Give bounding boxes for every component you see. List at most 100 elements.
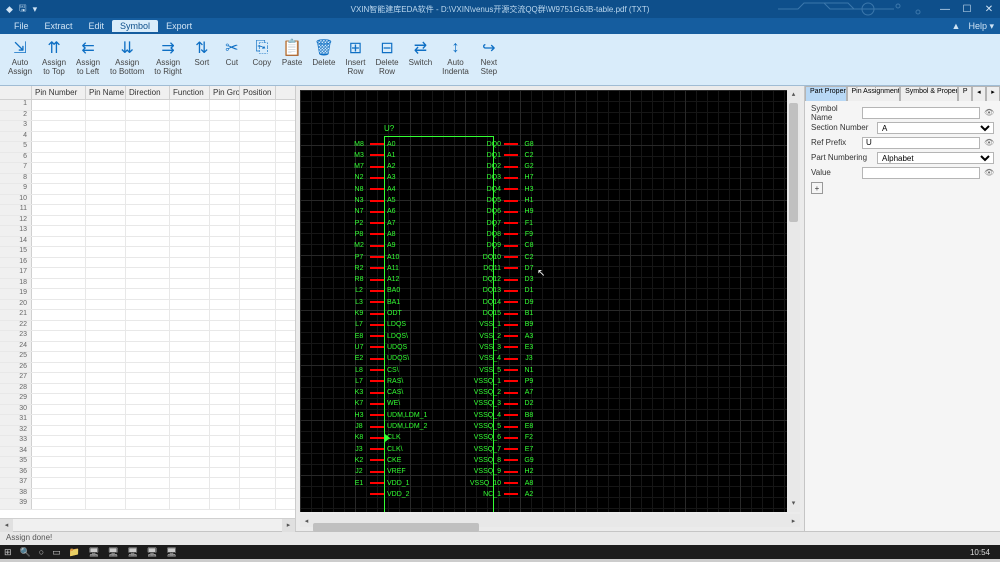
table-row[interactable]: 11: [0, 205, 295, 216]
prop-tab[interactable]: Pin Assignment Rule: [847, 86, 901, 101]
table-row[interactable]: 2: [0, 111, 295, 122]
pin-right[interactable]: J3VSS_4: [458, 355, 540, 363]
table-row[interactable]: 21: [0, 310, 295, 321]
ribbon-assign-to-top[interactable]: ⇈Assignto Top: [38, 37, 70, 78]
pin-right[interactable]: D3DQ12: [458, 276, 540, 284]
table-row[interactable]: 4: [0, 132, 295, 143]
col-pin-gro-[interactable]: Pin Gro...: [210, 86, 240, 99]
prop-tab[interactable]: P: [958, 86, 972, 101]
scroll-left-icon[interactable]: ◂: [300, 517, 313, 525]
table-row[interactable]: 36: [0, 468, 295, 479]
ribbon-collapse-icon[interactable]: ▲: [952, 21, 961, 31]
canvas-scroll-v[interactable]: ▴ ▾: [787, 90, 800, 512]
symbol-canvas[interactable]: U? M8A0M3A1M7A2N2A3N8A4N3A5N7A6P2A7P8A8M…: [300, 90, 800, 512]
ribbon-copy[interactable]: ⎘Copy: [248, 37, 276, 69]
menu-edit[interactable]: Edit: [81, 20, 113, 32]
table-row[interactable]: 29: [0, 394, 295, 405]
table-row[interactable]: 17: [0, 268, 295, 279]
scroll-left-icon[interactable]: ◂: [0, 519, 13, 532]
ribbon-paste[interactable]: 📋Paste: [278, 37, 306, 69]
col-position[interactable]: Position: [240, 86, 276, 99]
col-pin-name[interactable]: Pin Name: [86, 86, 126, 99]
prop-input[interactable]: [862, 137, 980, 149]
table-row[interactable]: 1: [0, 100, 295, 111]
taskbar-icon[interactable]: 🖥: [88, 547, 99, 558]
pin-left[interactable]: J3CLK\: [348, 445, 406, 453]
scroll-down-icon[interactable]: ▾: [787, 499, 800, 512]
taskbar-icon[interactable]: ▭: [52, 547, 61, 558]
pin-left[interactable]: P7A10: [348, 253, 402, 261]
prop-tab[interactable]: ◂: [972, 86, 986, 101]
pin-left[interactable]: J8UDM,LDM_2: [348, 423, 430, 431]
table-row[interactable]: 8: [0, 174, 295, 185]
table-row[interactable]: 32: [0, 426, 295, 437]
pin-right[interactable]: N1VSS_5: [458, 366, 540, 374]
close-button[interactable]: ✕: [978, 4, 1000, 15]
pin-left[interactable]: R8A12: [348, 276, 402, 284]
table-row[interactable]: 25: [0, 352, 295, 363]
pin-left[interactable]: K7WE\: [348, 400, 403, 408]
scroll-right-icon[interactable]: ▸: [282, 519, 295, 532]
table-scroll-h[interactable]: ◂ ▸: [0, 518, 295, 531]
pin-table-body[interactable]: 1234567891011121314151617181920212223242…: [0, 100, 295, 518]
pin-left[interactable]: L3BA1: [348, 298, 403, 306]
pin-left[interactable]: N2A3: [348, 174, 399, 182]
pin-right[interactable]: F1DQ7: [458, 219, 540, 227]
pin-left[interactable]: M2A9: [348, 242, 399, 250]
ribbon-switch[interactable]: ⇄Switch: [405, 37, 437, 69]
table-row[interactable]: 16: [0, 258, 295, 269]
visibility-icon[interactable]: 👁: [984, 138, 994, 147]
table-row[interactable]: 12: [0, 216, 295, 227]
taskbar-icon[interactable]: 🖥: [166, 547, 177, 558]
menu-extract[interactable]: Extract: [37, 20, 81, 32]
table-row[interactable]: 39: [0, 499, 295, 510]
pin-left[interactable]: P2A7: [348, 219, 399, 227]
pin-right[interactable]: D7DQ11: [458, 264, 540, 272]
pin-right[interactable]: B1DQ15: [458, 310, 540, 318]
prop-tab[interactable]: Symbol & Property S...: [900, 86, 958, 101]
pin-right[interactable]: H7DQ3: [458, 174, 540, 182]
pin-left[interactable]: VDD_2: [348, 490, 413, 498]
pin-left[interactable]: P8A8: [348, 230, 399, 238]
scroll-v-thumb[interactable]: [789, 103, 798, 222]
table-row[interactable]: 37: [0, 478, 295, 489]
pin-left[interactable]: L2BA0: [348, 287, 403, 295]
pin-right[interactable]: E8VSSQ_5: [458, 423, 540, 431]
table-row[interactable]: 33: [0, 436, 295, 447]
prop-tab[interactable]: Part Properties: [805, 86, 847, 101]
pin-right[interactable]: G9VSSQ_8: [458, 456, 540, 464]
menu-symbol[interactable]: Symbol: [112, 20, 158, 32]
ribbon-insert-row[interactable]: ⊞InsertRow: [341, 37, 369, 78]
ribbon-delete-row[interactable]: ⊟DeleteRow: [371, 37, 402, 78]
taskbar-icon[interactable]: 🖥: [107, 547, 118, 558]
pin-left[interactable]: H3UDM,LDM_1: [348, 411, 430, 419]
pin-right[interactable]: F9DQ8: [458, 230, 540, 238]
table-row[interactable]: 28: [0, 384, 295, 395]
pin-left[interactable]: E2UDQS\: [348, 355, 412, 363]
table-row[interactable]: 31: [0, 415, 295, 426]
pin-left[interactable]: K9ODT: [348, 310, 405, 318]
table-row[interactable]: 19: [0, 289, 295, 300]
table-row[interactable]: 9: [0, 184, 295, 195]
prop-input[interactable]: [862, 107, 980, 119]
canvas-scroll-h[interactable]: ◂ ▸: [300, 514, 800, 527]
pin-right[interactable]: E3VSS_3: [458, 343, 540, 351]
pin-right[interactable]: H2VSSQ_9: [458, 468, 540, 476]
ribbon-delete[interactable]: 🗑Delete: [308, 37, 339, 69]
table-row[interactable]: 5: [0, 142, 295, 153]
prop-input[interactable]: [862, 167, 980, 179]
taskbar-icon[interactable]: ○: [39, 547, 44, 557]
minimize-button[interactable]: —: [934, 4, 956, 15]
pin-right[interactable]: D9DQ14: [458, 298, 540, 306]
taskbar-icon[interactable]: 🖥: [146, 547, 157, 558]
menu-export[interactable]: Export: [158, 20, 200, 32]
pin-right[interactable]: C8DQ9: [458, 242, 540, 250]
pin-right[interactable]: C2DQ1: [458, 151, 540, 159]
pin-right[interactable]: G2DQ2: [458, 163, 540, 171]
prop-select[interactable]: Alphabet: [877, 152, 994, 164]
table-row[interactable]: 26: [0, 363, 295, 374]
pin-left[interactable]: K3CAS\: [348, 389, 406, 397]
table-row[interactable]: 24: [0, 342, 295, 353]
table-row[interactable]: 34: [0, 447, 295, 458]
table-row[interactable]: 35: [0, 457, 295, 468]
